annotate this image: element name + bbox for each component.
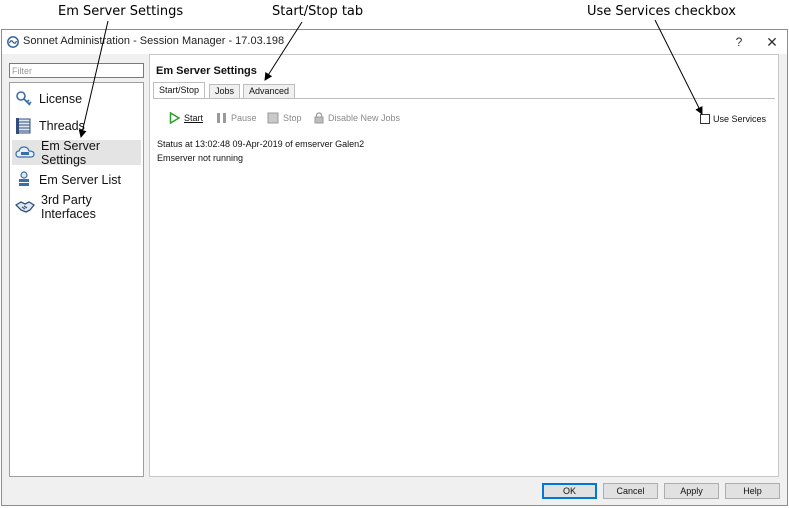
disable-new-jobs-label: Disable New Jobs xyxy=(328,113,401,123)
window-title: Sonnet Administration - Session Manager … xyxy=(23,35,285,47)
disable-new-jobs-button[interactable]: Disable New Jobs xyxy=(314,112,400,124)
sidebar-item-label: Em Server Settings xyxy=(41,138,101,167)
sidebar-item-em-server-settings[interactable]: Em Server Settings xyxy=(12,138,141,167)
stop-button[interactable]: Stop xyxy=(267,112,302,124)
cancel-button[interactable]: Cancel xyxy=(603,483,658,499)
sidebar-item-label: 3rd Party Interfaces xyxy=(41,192,96,221)
session-manager-window: Sonnet Administration - Session Manager … xyxy=(1,29,788,506)
tab-advanced[interactable]: Advanced xyxy=(243,84,296,99)
title-bar: Sonnet Administration - Session Manager … xyxy=(2,30,787,54)
sidebar-item-label: Threads xyxy=(39,118,85,133)
pause-button-label: Pause xyxy=(231,113,257,123)
page-title: Em Server Settings xyxy=(156,65,257,77)
sidebar-item-license[interactable]: License xyxy=(12,86,141,111)
apply-button[interactable]: Apply xyxy=(664,483,719,499)
sidebar-item-threads[interactable]: Threads xyxy=(12,113,141,138)
sidebar-item-label: Em Server List xyxy=(39,172,121,187)
sidebar-item-em-server-list[interactable]: Em Server List xyxy=(12,167,141,192)
status-timestamp: Status at 13:02:48 09-Apr-2019 of emserv… xyxy=(157,139,365,149)
help-button[interactable]: Help xyxy=(725,483,780,499)
server-list-icon xyxy=(19,170,29,186)
checkbox-box[interactable] xyxy=(700,114,710,124)
sidebar-item-label: License xyxy=(39,91,83,106)
sidebar-item-3rd-party-interfaces[interactable]: 3rd Party Interfaces xyxy=(12,192,141,221)
callout-em-server-settings: Em Server Settings xyxy=(58,4,184,19)
tab-start-stop[interactable]: Start/Stop xyxy=(153,82,206,99)
window-help-button[interactable]: ? xyxy=(731,33,747,51)
pause-icon xyxy=(217,113,226,123)
callout-use-services-checkbox: Use Services checkbox xyxy=(587,4,736,19)
start-button[interactable]: Start xyxy=(169,112,203,124)
pause-button[interactable]: Pause xyxy=(216,112,257,124)
sonnet-app-icon xyxy=(7,36,19,48)
key-icon xyxy=(16,90,32,106)
cloud-server-icon xyxy=(15,145,35,158)
play-icon xyxy=(169,112,180,124)
sidebar-nav: License Threads Em Server Settings Em Se… xyxy=(9,82,144,477)
use-services-checkbox[interactable]: Use Services xyxy=(700,114,766,124)
start-button-label: Start xyxy=(184,113,204,123)
handshake-icon xyxy=(15,200,35,213)
stop-button-label: Stop xyxy=(283,113,302,123)
callout-start-stop-tab: Start/Stop tab xyxy=(272,4,364,19)
ok-button[interactable]: OK xyxy=(542,483,597,499)
filter-input[interactable] xyxy=(9,63,144,78)
main-panel: Em Server Settings Start/Stop Jobs Advan… xyxy=(149,54,779,477)
use-services-label: Use Services xyxy=(713,114,767,124)
threads-icon xyxy=(16,117,31,134)
tab-jobs[interactable]: Jobs xyxy=(209,84,241,99)
window-close-button[interactable]: ✕ xyxy=(764,33,780,51)
stop-icon xyxy=(267,112,279,124)
tab-content-start-stop: Start Pause Stop Disable New Jobs Use Se… xyxy=(153,98,775,472)
lock-icon xyxy=(314,112,324,124)
status-message: Emserver not running xyxy=(157,153,244,163)
